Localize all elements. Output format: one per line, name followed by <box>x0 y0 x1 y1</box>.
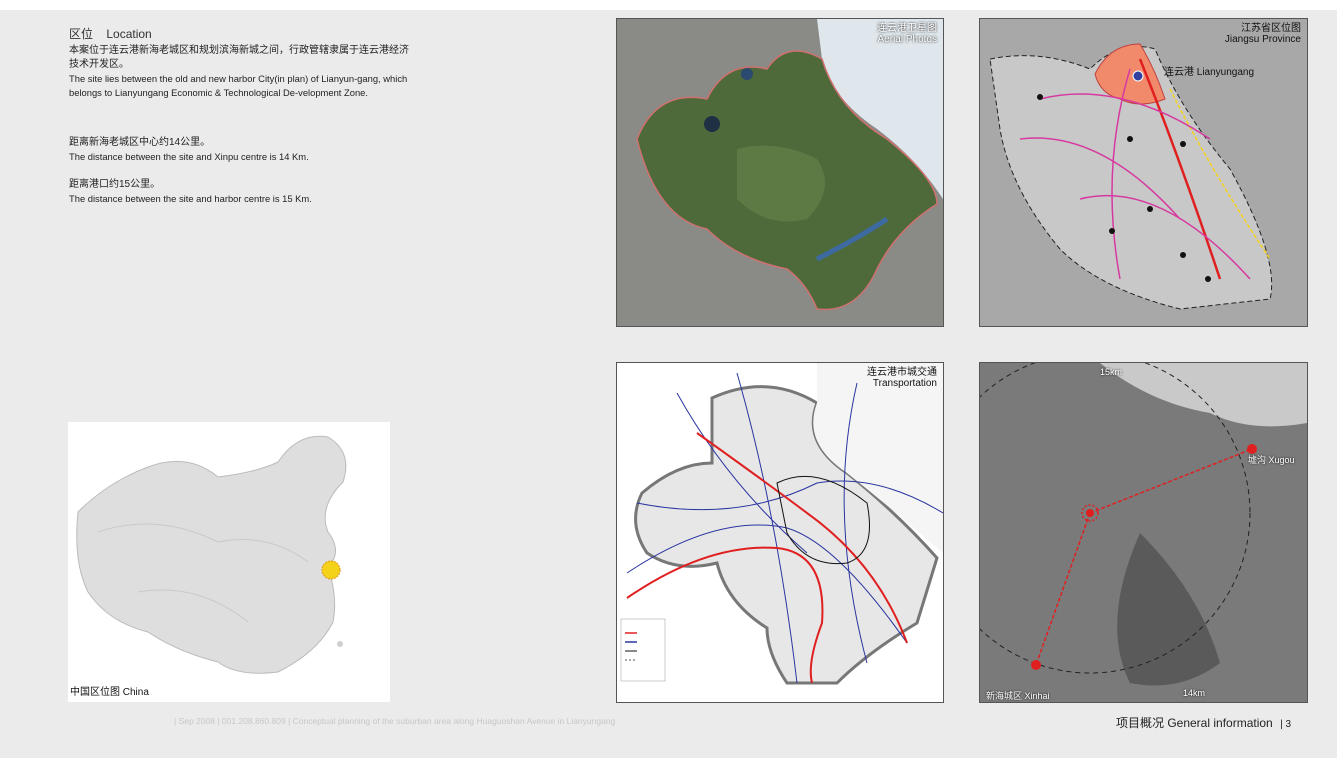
china-map-panel: 中国区位图 China <box>68 422 390 702</box>
distance-map-image <box>980 363 1307 702</box>
footer-title-zh: 项目概况 <box>1115 716 1164 730</box>
paragraph-2-en: The distance between the site and Xinpu … <box>69 151 309 162</box>
location-paragraph-1: 本案位于连云港新海老城区和规划滨海新城之间，行政管辖隶属于连云港经济技术开发区。… <box>69 44 409 100</box>
jiangsu-title-zh: 江苏省区位图 <box>1241 23 1301 34</box>
paragraph-1-en: The site lies between the old and new ha… <box>69 73 408 98</box>
xugou-label: 墟沟 Xugou <box>1248 455 1295 465</box>
jiangsu-map-panel: 江苏省区位图 Jiangsu Province 连云港 Lianyungang <box>979 18 1308 327</box>
distance-map-panel: 15km 14km 墟沟 Xugou 新海城区 Xinhai <box>979 362 1308 703</box>
location-paragraph-3: 距离港口约15公里。 The distance between the site… <box>69 178 409 206</box>
aerial-photo-image <box>617 19 943 326</box>
location-title-en: Location <box>106 27 152 41</box>
paragraph-2-zh: 距离新海老城区中心约14公里。 <box>69 137 211 148</box>
transport-map-image <box>620 363 943 685</box>
transport-caption: 连云港市城交通 Transportation <box>867 367 937 389</box>
aerial-title-zh: 连云港卫星图 <box>877 23 937 34</box>
location-paragraph-2: 距离新海老城区中心约14公里。 The distance between the… <box>69 136 409 164</box>
location-title: 区位 Location <box>69 25 152 42</box>
page-number: | 3 <box>1280 719 1291 730</box>
paragraph-1-zh: 本案位于连云港新海老城区和规划滨海新城之间，行政管辖隶属于连云港经济技术开发区。 <box>69 45 409 70</box>
aerial-caption: 连云港卫星图 Aerial Photos <box>877 23 937 45</box>
footer-project-info: | Sep 2008 | 001.208.860.809 | Conceptua… <box>174 716 616 726</box>
transport-map-panel: 连云港市城交通 Transportation <box>616 362 944 703</box>
transport-title-zh: 连云港市城交通 <box>867 367 937 378</box>
location-title-zh: 区位 <box>69 27 94 41</box>
paragraph-3-zh: 距离港口约15公里。 <box>69 179 161 190</box>
jiangsu-caption: 江苏省区位图 Jiangsu Province <box>1225 23 1301 45</box>
china-map-image <box>76 435 347 674</box>
distance-14km-label: 14km <box>1183 688 1206 698</box>
xinhai-label: 新海城区 Xinhai <box>986 691 1050 701</box>
distance-15km-label: 15km <box>1100 367 1123 377</box>
footer-title-en: General information <box>1167 716 1273 730</box>
china-caption: 中国区位图 China <box>70 687 149 698</box>
transport-title-en: Transportation <box>872 378 937 389</box>
jiangsu-map-image <box>980 19 1307 326</box>
aerial-photo-panel: 连云港卫星图 Aerial Photos <box>616 18 944 327</box>
aerial-title-en: Aerial Photos <box>877 34 937 45</box>
footer-section-title: 项目概况 General information | 3 <box>1116 714 1291 731</box>
paragraph-3-en: The distance between the site and harbor… <box>69 193 312 204</box>
jiangsu-title-en: Jiangsu Province <box>1224 34 1301 45</box>
lianyungang-label: 连云港 Lianyungang <box>1164 67 1255 78</box>
